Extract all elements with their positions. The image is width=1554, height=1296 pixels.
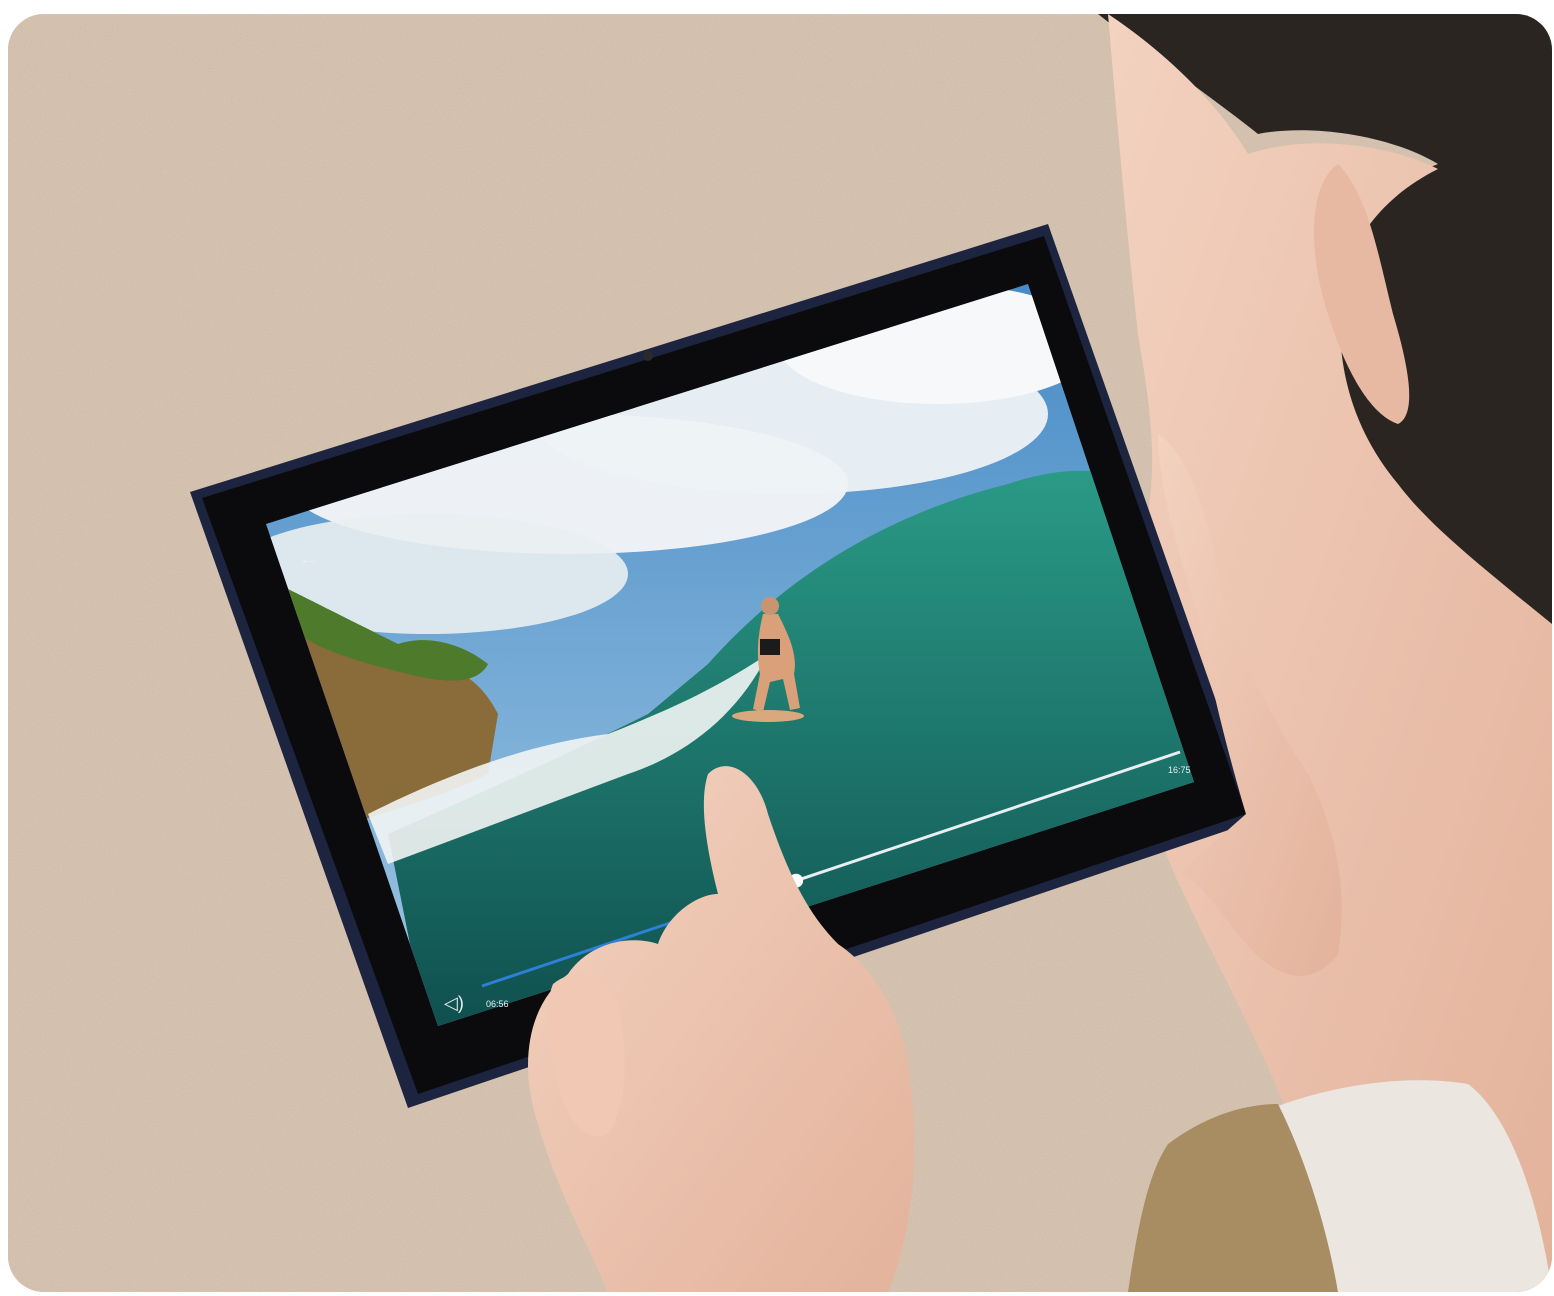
total-time: 16:75 [1168,765,1191,775]
back-arrow-icon[interactable]: ← [298,545,320,570]
front-camera [643,351,653,361]
photo: ← ◁) 06:56 16:75 [8,14,1552,1292]
elapsed-time: 06:56 [486,999,509,1009]
volume-icon[interactable]: ◁) [444,993,464,1013]
photo-scene: ← ◁) 06:56 16:75 [8,14,1552,1292]
